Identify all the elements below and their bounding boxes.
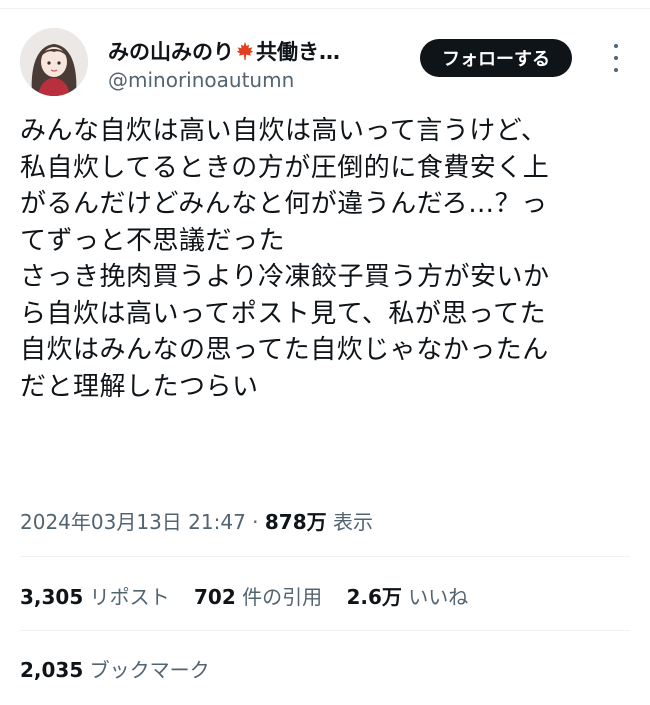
timestamp[interactable]: 2024年03月13日 21:47 (20, 510, 246, 534)
divider (20, 556, 630, 557)
follow-button[interactable]: フォローする (420, 39, 572, 77)
bookmarks-count: 2,035 (20, 658, 84, 682)
maple-leaf-icon (236, 41, 254, 61)
tweet-line: てずっと不思議だった (20, 225, 286, 256)
bookmarks-label: ブックマーク (89, 658, 210, 682)
top-divider (0, 8, 650, 9)
views-label: 表示 (332, 510, 373, 534)
author-display-name: みの山みのり (108, 40, 234, 64)
tweet-line: さっき挽肉買うより冷凍餃子買う方が安いか (20, 262, 550, 292)
tweet-line: 自炊はみんなの思ってた自炊じゃなかったん (20, 335, 549, 365)
quotes-label: 件の引用 (242, 585, 323, 609)
tweet-text: みんな自炊は高い自炊は高いって言うけど、 私自炊してるときの方が圧倒的に食費安く… (20, 113, 636, 405)
likes-label: いいね (408, 585, 469, 609)
likes-count: 2.6万 (346, 585, 402, 609)
reposts-count: 3,305 (20, 585, 84, 609)
likes-stat[interactable]: 2.6万 いいね (346, 581, 468, 610)
quotes-stat[interactable]: 702 件の引用 (194, 581, 322, 610)
bookmarks-stat[interactable]: 2,035 ブックマーク (20, 654, 210, 683)
reposts-label: リポスト (89, 585, 170, 609)
more-dot (614, 68, 618, 72)
tweet-line: がるんだけどみんなと何が違うんだろ…？っ (20, 189, 548, 219)
tweet-line: 私自炊してるときの方が圧倒的に食費安く上 (20, 152, 550, 183)
views-count: 878万 (264, 510, 327, 534)
tweet-header: みの山みのり 共働き… @minorinoautumn フォローする (20, 28, 632, 100)
author-handle[interactable]: @minorinoautumn (108, 68, 294, 92)
author-name-suffix: 共働き… (256, 40, 340, 64)
tweet-line: ら自炊は高いってポスト見て、私が思ってた (20, 298, 547, 329)
engagement-stats: 3,305 リポスト 702 件の引用 2.6万 いいね (20, 581, 486, 610)
quotes-count: 702 (193, 585, 236, 609)
meta-dot: · (252, 510, 259, 534)
avatar[interactable] (20, 28, 88, 96)
tweet-line: だと理解したつらい (20, 371, 259, 402)
tweet-line: みんな自炊は高い自炊は高いって言うけど、 (20, 116, 548, 146)
more-dot (614, 56, 618, 60)
avatar-illustration-icon (20, 28, 88, 96)
reposts-stat[interactable]: 3,305 リポスト (20, 581, 170, 610)
bookmarks-row: 2,035 ブックマーク (20, 654, 228, 683)
tweet-meta: 2024年03月13日 21:47 · 878万 表示 (20, 506, 373, 535)
author-name[interactable]: みの山みのり 共働き… (108, 36, 340, 66)
more-dot (614, 44, 618, 48)
more-vertical-icon[interactable] (604, 44, 628, 72)
divider (20, 630, 630, 631)
